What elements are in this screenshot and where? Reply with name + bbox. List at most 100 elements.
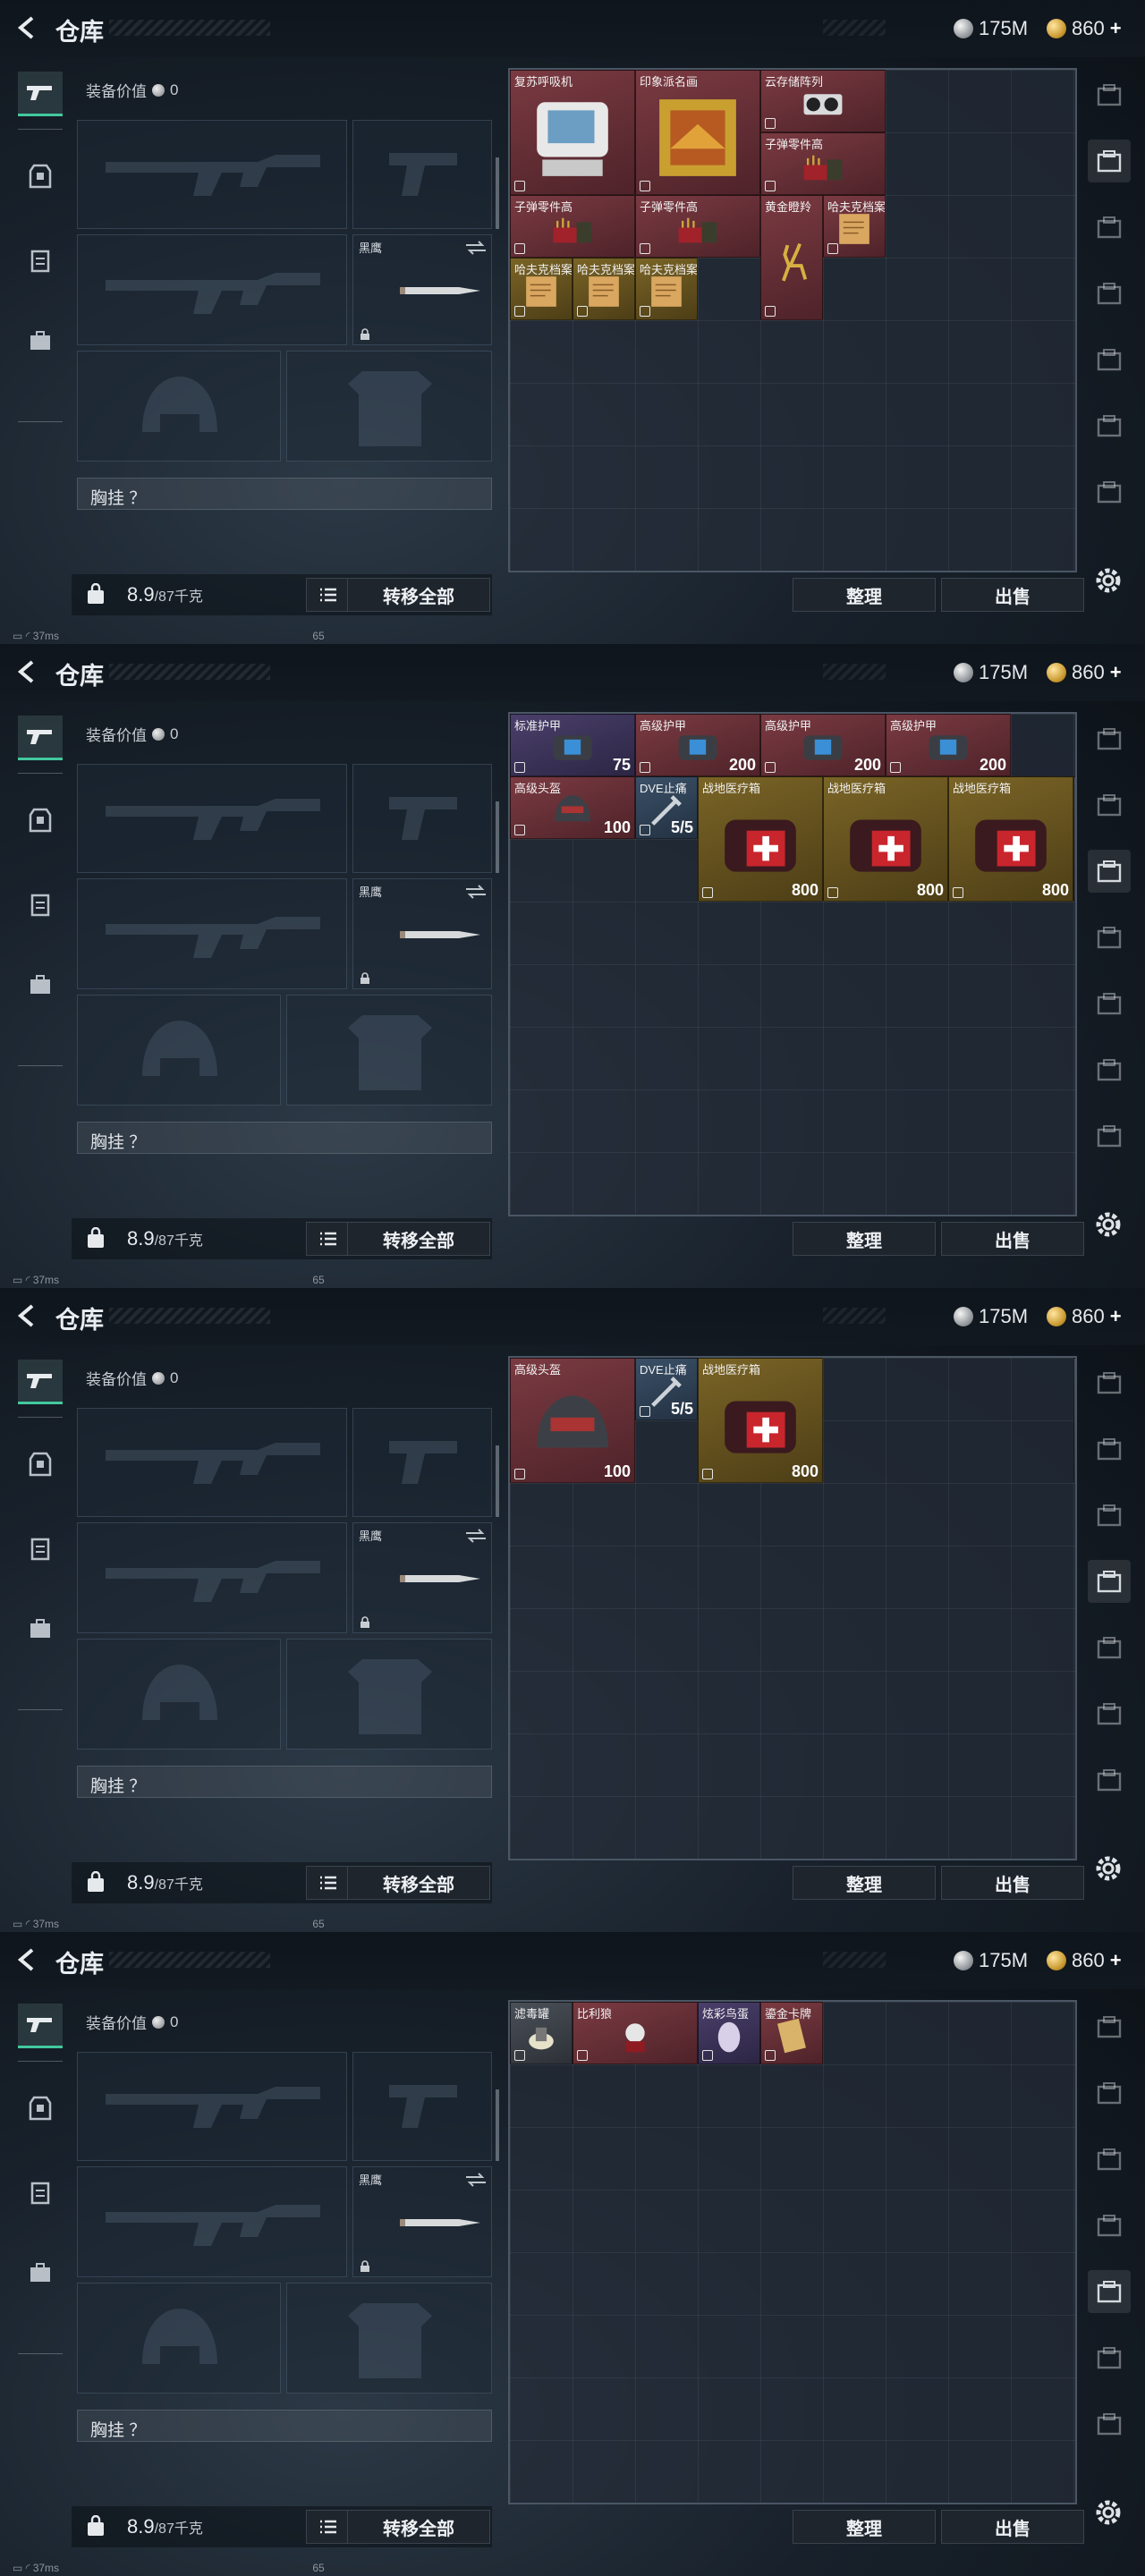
inventory-item[interactable]: 哈夫克档案 <box>572 258 635 320</box>
warehouse-tab-3[interactable] <box>1088 1494 1131 1537</box>
warehouse-tab-6[interactable] <box>1088 1048 1131 1091</box>
inventory-item[interactable]: 自制护甲50 <box>1073 1358 1075 1483</box>
sort-button[interactable]: 整理 <box>793 578 936 612</box>
gold-currency[interactable]: 860 + <box>1047 1947 1122 1974</box>
list-view-button[interactable] <box>306 2510 351 2544</box>
back-arrow-icon[interactable] <box>14 1303 39 1328</box>
armor-slot[interactable] <box>286 1639 492 1750</box>
inventory-item[interactable]: DVE止痛 5/5 <box>635 776 698 839</box>
inventory-item[interactable]: 复苏呼吸机 <box>510 70 635 195</box>
swap-icon[interactable] <box>464 1529 488 1543</box>
pistol-slot[interactable] <box>352 2052 492 2161</box>
knife-slot[interactable]: 黑鹰 <box>352 234 492 345</box>
inventory-item[interactable]: 子弹零件高 <box>510 195 635 258</box>
inventory-item[interactable]: 战地医疗箱 800 <box>948 776 1073 902</box>
back-arrow-icon[interactable] <box>14 15 39 40</box>
warehouse-tab-2[interactable] <box>1088 1428 1131 1470</box>
secondary-weapon-slot[interactable] <box>77 878 347 989</box>
equipment-scrollbar[interactable] <box>496 157 499 229</box>
add-currency-icon[interactable]: + <box>1110 17 1122 40</box>
warehouse-tab-2[interactable] <box>1088 140 1131 182</box>
warehouse-tab-5[interactable] <box>1088 1626 1131 1669</box>
inventory-item[interactable]: 哈夫克档案 <box>823 195 886 258</box>
warehouse-tab-4[interactable] <box>1088 1560 1131 1603</box>
swap-icon[interactable] <box>464 885 488 899</box>
knife-slot[interactable]: 黑鹰 <box>352 878 492 989</box>
warehouse-tab-5[interactable] <box>1088 982 1131 1025</box>
nav-backpack[interactable] <box>18 962 63 1007</box>
nav-weapons[interactable] <box>18 716 63 760</box>
warehouse-grid[interactable]: 复苏呼吸机 印象派名画 云存储阵列 子弹零件高 子弹零件高 子弹零件高 黄金瞪羚 哈夫克档案哈… <box>508 68 1077 572</box>
inventory-item[interactable]: 炫彩鸟蛋 <box>698 2002 760 2064</box>
nav-armor[interactable] <box>18 154 63 199</box>
settings-gear-icon[interactable] <box>1093 1209 1124 1240</box>
warehouse-tab-1[interactable] <box>1088 717 1131 760</box>
chest-rig-slot[interactable]: 胸挂 ？ <box>77 478 492 510</box>
nav-weapons[interactable] <box>18 1360 63 1404</box>
primary-weapon-slot[interactable] <box>77 120 347 229</box>
settings-gear-icon[interactable] <box>1093 565 1124 596</box>
nav-gear[interactable] <box>18 882 63 927</box>
warehouse-tab-6[interactable] <box>1088 1692 1131 1735</box>
transfer-all-button[interactable]: 转移全部 <box>347 578 490 612</box>
helmet-slot[interactable] <box>77 995 281 1106</box>
primary-weapon-slot[interactable] <box>77 1408 347 1517</box>
secondary-weapon-slot[interactable] <box>77 2166 347 2277</box>
helmet-slot[interactable] <box>77 1639 281 1750</box>
armor-slot[interactable] <box>286 2283 492 2394</box>
add-currency-icon[interactable]: + <box>1110 1305 1122 1328</box>
inventory-item[interactable]: 高级头盔 100 <box>510 1358 635 1483</box>
inventory-item[interactable]: 哈夫克档案 <box>635 258 698 320</box>
sort-button[interactable]: 整理 <box>793 1222 936 1256</box>
warehouse-tab-6[interactable] <box>1088 2336 1131 2379</box>
transfer-all-button[interactable]: 转移全部 <box>347 1222 490 1256</box>
inventory-item[interactable]: 鎏金卡牌 <box>760 2002 823 2064</box>
nav-gear[interactable] <box>18 2170 63 2215</box>
add-currency-icon[interactable]: + <box>1110 1949 1122 1972</box>
inventory-item[interactable]: 战地医疗箱 800 <box>823 776 948 902</box>
equipment-scrollbar[interactable] <box>496 2089 499 2161</box>
knife-slot[interactable]: 黑鹰 <box>352 2166 492 2277</box>
transfer-all-button[interactable]: 转移全部 <box>347 2510 490 2544</box>
settings-gear-icon[interactable] <box>1093 2497 1124 2528</box>
gold-currency[interactable]: 860 + <box>1047 659 1122 686</box>
warehouse-tab-1[interactable] <box>1088 73 1131 116</box>
inventory-item[interactable]: 黄金瞪羚 <box>760 195 823 320</box>
primary-weapon-slot[interactable] <box>77 2052 347 2161</box>
nav-armor[interactable] <box>18 1442 63 1487</box>
knife-slot[interactable]: 黑鹰 <box>352 1522 492 1633</box>
inventory-item[interactable]: 战地医疗箱 800 <box>698 776 823 902</box>
inventory-item[interactable]: 自制护甲50 <box>1073 776 1075 902</box>
warehouse-tab-3[interactable] <box>1088 2138 1131 2181</box>
inventory-item[interactable]: 比利狼 <box>572 2002 698 2064</box>
warehouse-grid[interactable]: 标准护甲 75 高级护甲 200 高级护甲 200 高级护甲 200 高级头盔 100 DVE止痛 5… <box>508 712 1077 1216</box>
warehouse-grid[interactable]: 高级头盔 100 DVE止痛5/5 战地医疗箱 800 自制护甲50 <box>508 1356 1077 1860</box>
nav-backpack[interactable] <box>18 318 63 363</box>
equipment-scrollbar[interactable] <box>496 1445 499 1517</box>
swap-icon[interactable] <box>464 241 488 255</box>
inventory-item[interactable]: 战地医疗箱 800 <box>698 1358 823 1483</box>
warehouse-tab-6[interactable] <box>1088 404 1131 447</box>
inventory-item[interactable]: 哈夫克档案 <box>510 258 572 320</box>
chest-rig-slot[interactable]: 胸挂 ？ <box>77 1766 492 1798</box>
inventory-item[interactable]: 标准护甲 75 <box>510 714 635 776</box>
warehouse-tab-3[interactable] <box>1088 206 1131 249</box>
inventory-item[interactable]: 子弹零件高 <box>635 195 760 258</box>
warehouse-tab-7[interactable] <box>1088 1758 1131 1801</box>
warehouse-tab-2[interactable] <box>1088 784 1131 826</box>
helmet-slot[interactable] <box>77 2283 281 2394</box>
pistol-slot[interactable] <box>352 120 492 229</box>
nav-backpack[interactable] <box>18 1606 63 1651</box>
sell-button[interactable]: 出售 <box>941 1222 1084 1256</box>
nav-weapons[interactable] <box>18 72 63 116</box>
inventory-item[interactable]: 高级护甲 200 <box>635 714 760 776</box>
back-arrow-icon[interactable] <box>14 1947 39 1972</box>
nav-armor[interactable] <box>18 2086 63 2131</box>
gold-currency[interactable]: 860 + <box>1047 15 1122 42</box>
nav-armor[interactable] <box>18 798 63 843</box>
transfer-all-button[interactable]: 转移全部 <box>347 1866 490 1900</box>
gold-currency[interactable]: 860 + <box>1047 1303 1122 1330</box>
warehouse-tab-2[interactable] <box>1088 2072 1131 2114</box>
pistol-slot[interactable] <box>352 764 492 873</box>
inventory-item[interactable]: 印象派名画 <box>635 70 760 195</box>
